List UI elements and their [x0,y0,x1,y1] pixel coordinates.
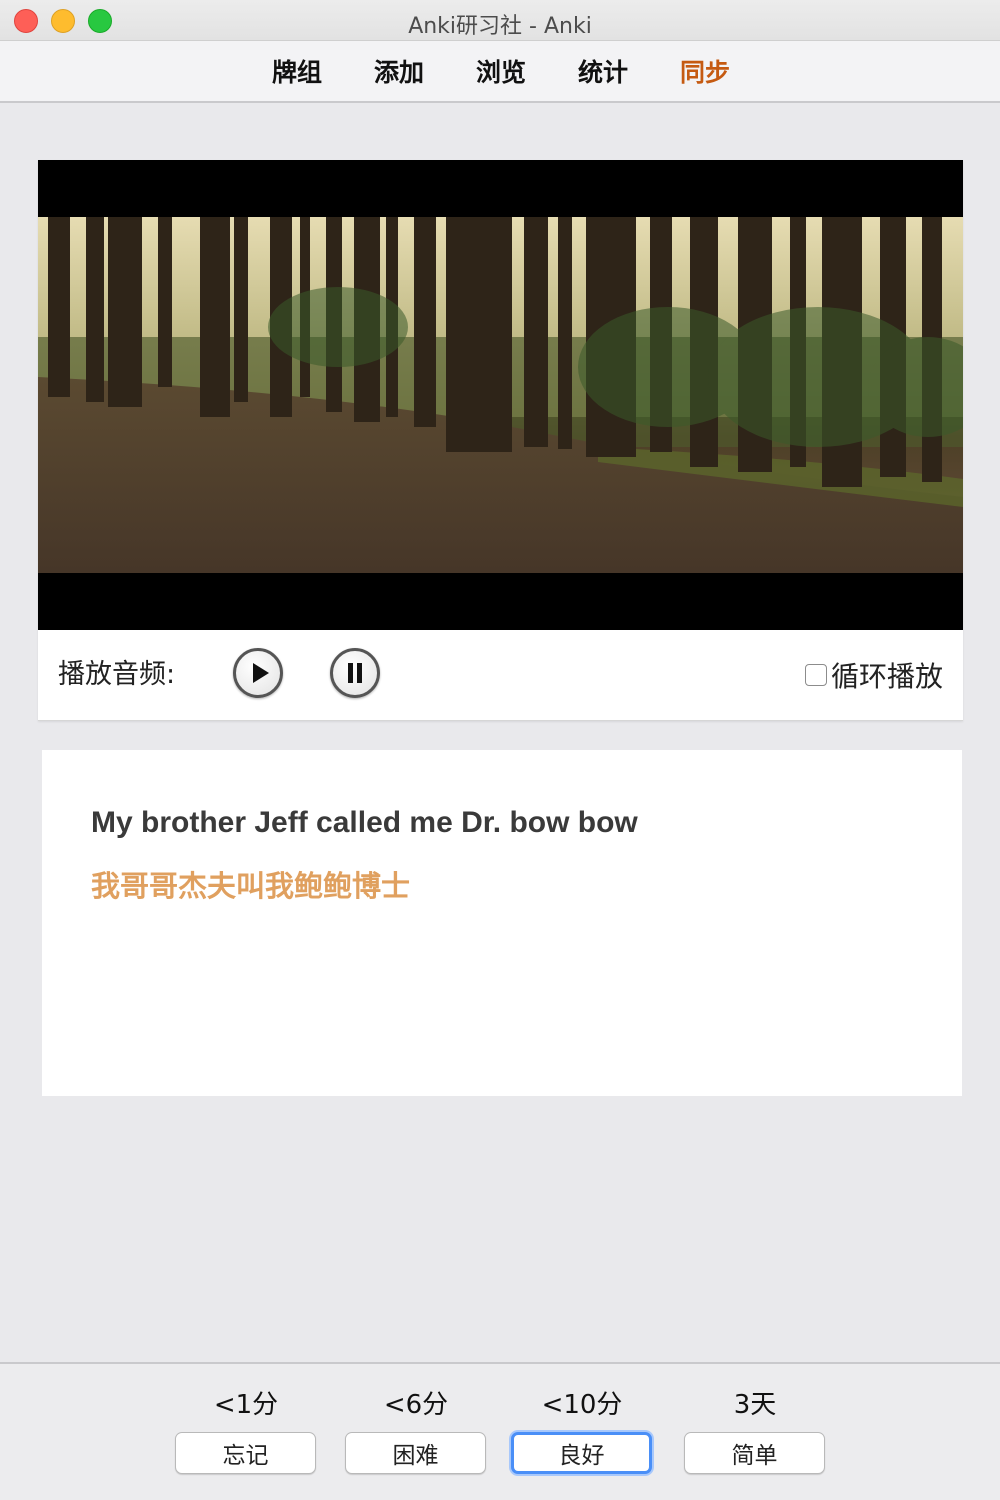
play-button[interactable] [233,648,283,698]
nav-add[interactable]: 添加 [374,53,424,89]
loop-checkbox[interactable] [804,664,827,686]
answer-easy: 3天 简单 [684,1364,826,1474]
interval-hard: <6分 [383,1390,449,1420]
nav-sync[interactable]: 同步 [680,53,730,89]
hard-button[interactable]: 困难 [345,1432,486,1474]
video-panel: 播放音频: 循环播放 [38,160,963,721]
card-content: My brother Jeff called me Dr. bow bow 我哥… [42,750,962,1096]
again-button[interactable]: 忘记 [175,1432,316,1474]
video-frame-image [38,217,963,573]
top-nav: 牌组 添加 浏览 统计 同步 [0,41,1000,103]
loop-label: 循环播放 [830,660,943,693]
play-icon [253,663,269,683]
window-title: Anki研习社 - Anki [408,14,592,39]
interval-easy: 3天 [733,1390,777,1420]
answer-again: <1分 忘记 [175,1364,317,1474]
window-titlebar: Anki研习社 - Anki [0,0,1000,41]
interval-again: <1分 [213,1390,279,1420]
loop-toggle[interactable]: 循环播放 [804,655,943,695]
nav-decks[interactable]: 牌组 [272,53,322,89]
interval-good: <10分 [541,1390,623,1420]
video-player[interactable] [38,160,963,630]
easy-button[interactable]: 简单 [684,1432,825,1474]
audio-label: 播放音频: [58,659,176,690]
answer-bar: <1分 忘记 <6分 困难 <10分 良好 3天 简单 [0,1362,1000,1500]
good-button[interactable]: 良好 [511,1432,652,1474]
english-sentence: My brother Jeff called me Dr. bow bow [91,806,638,839]
chinese-translation: 我哥哥杰夫叫我鲍鲍博士 [91,869,411,903]
audio-controls: 播放音频: 循环播放 [38,630,963,721]
pause-button[interactable] [330,648,380,698]
nav-browse[interactable]: 浏览 [476,53,526,89]
answer-good: <10分 良好 [511,1364,653,1474]
nav-stats[interactable]: 统计 [578,53,628,89]
answer-hard: <6分 困难 [345,1364,487,1474]
pause-icon [348,663,362,683]
